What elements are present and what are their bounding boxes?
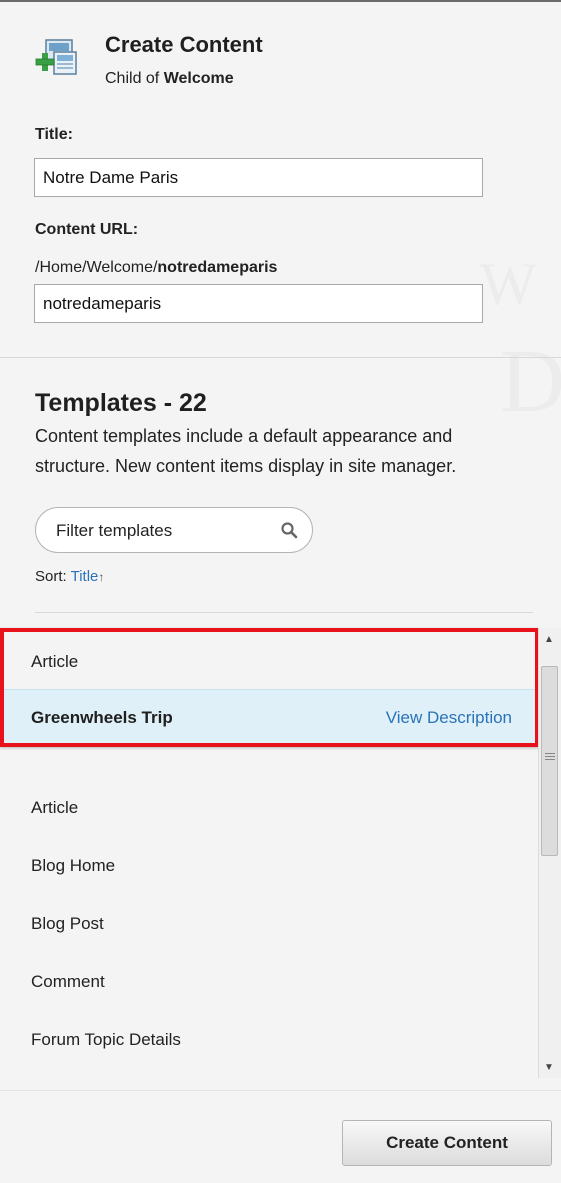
view-description-link[interactable]: View Description [386,708,512,728]
template-list-item[interactable]: Blog Post [0,896,538,954]
sort-control: Sort: Title↑ [35,568,104,585]
template-name: Article [31,652,79,671]
create-content-panel: Create Content Child of Welcome Title: C… [0,0,561,1183]
sort-label: Sort: [35,568,67,585]
grip-icon [545,753,555,762]
template-name: Blog Post [31,914,104,933]
sort-by-title-link[interactable]: Title [71,568,99,585]
filter-templates-input[interactable] [54,518,273,544]
content-url-input[interactable] [34,284,483,323]
templates-list: Article Greenwheels Trip View Descriptio… [0,628,538,1078]
template-name: Blog Home [31,856,116,875]
create-content-button[interactable]: Create Content [342,1120,552,1166]
scroll-down-arrow-icon[interactable]: ▼ [544,1062,554,1073]
scrollbar-thumb[interactable] [541,666,558,856]
template-name: Greenwheels Trip [31,708,173,727]
template-list-item[interactable]: Comment [0,954,538,1012]
filter-templates-field[interactable] [35,507,313,553]
create-content-icon [34,38,82,80]
page-title: Create Content [105,32,263,57]
template-list-item[interactable]: Article [0,634,538,692]
parent-name: Welcome [163,70,234,87]
sort-ascending-icon: ↑ [98,570,105,584]
subtitle-prefix: Child of [105,70,164,87]
templates-heading: Templates - 22 [35,389,207,417]
template-list-item-selected[interactable]: Greenwheels Trip View Description [0,689,538,747]
footer-divider [0,1090,561,1091]
url-path-prefix: /Home/Welcome/ [35,259,158,276]
url-path-slug: notredameparis [157,259,278,276]
title-label: Title: [35,126,73,143]
content-url-label: Content URL: [35,221,139,238]
title-input[interactable] [34,158,483,197]
list-divider [35,612,533,613]
content-url-path: /Home/Welcome/notredameparis [35,259,277,277]
template-name: Comment [31,972,105,991]
scroll-up-arrow-icon[interactable]: ▲ [544,634,554,645]
panel-top-border [0,0,561,2]
search-icon[interactable] [280,521,298,539]
template-name: Article [31,798,79,817]
templates-description: Content templates include a default appe… [35,426,457,476]
templates-scrollbar[interactable]: ▲ ▼ [538,628,561,1078]
template-name: Forum Topic Details [31,1030,181,1049]
template-list-item[interactable]: Blog Home [0,838,538,896]
parent-subtitle: Child of Welcome [105,70,234,88]
template-list-item[interactable]: Forum Topic Details [0,1012,538,1070]
section-divider [0,357,561,358]
template-list-item[interactable]: Article [0,780,538,838]
